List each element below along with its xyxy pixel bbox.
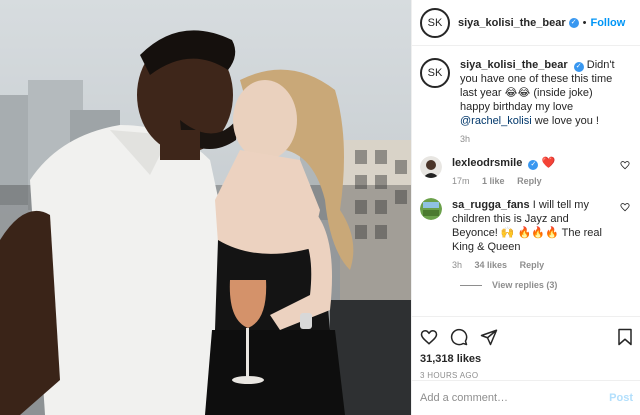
follow-button[interactable]: Follow <box>590 17 625 29</box>
author-avatar[interactable]: SK <box>420 7 450 38</box>
caption-body: siya_kolisi_the_bear ✓ Didn't you have o… <box>460 58 630 144</box>
commenter-avatar-image <box>420 198 442 220</box>
comment-item: lexleodrsmile ✓ ❤️ 17m 1 like Reply <box>420 156 630 186</box>
caption-avatar-monogram: SK <box>427 67 443 79</box>
comment-age[interactable]: 17m <box>452 176 470 186</box>
like-count[interactable]: 31,318 likes <box>420 353 633 365</box>
comment-username[interactable]: lexleodrsmile <box>452 157 522 169</box>
comment-content: ❤️ <box>541 157 556 169</box>
comment-icon[interactable] <box>450 328 468 346</box>
post-side-panel: SK siya_kolisi_the_bear ✓ • Follow SK si… <box>411 0 640 415</box>
action-icons-row <box>420 323 633 351</box>
caption-text-after: we love you ! <box>531 115 599 127</box>
comment-heart-icon[interactable] <box>620 160 630 170</box>
add-comment-bar: Post <box>412 380 640 415</box>
heart-icon[interactable] <box>420 328 438 346</box>
post-comment-button[interactable]: Post <box>609 392 633 404</box>
post-timestamp[interactable]: 3 HOURS AGO <box>420 371 633 380</box>
comment-body: sa_rugga_fans I will tell my children th… <box>452 198 630 270</box>
post-header: SK siya_kolisi_the_bear ✓ • Follow <box>412 0 640 46</box>
comment-age[interactable]: 3h <box>452 260 462 270</box>
caption-age[interactable]: 3h <box>460 134 470 144</box>
comment-input[interactable] <box>420 392 610 404</box>
couple-kissing-photo <box>0 0 411 415</box>
comment-like-count[interactable]: 34 likes <box>475 260 508 270</box>
post-photo[interactable] <box>0 0 411 415</box>
caption-text: siya_kolisi_the_bear ✓ Didn't you have o… <box>460 58 616 128</box>
commenter-avatar[interactable] <box>420 198 442 220</box>
comment-reply-button[interactable]: Reply <box>517 176 542 186</box>
post-caption: SK siya_kolisi_the_bear ✓ Didn't you hav… <box>420 58 630 144</box>
comment-text: sa_rugga_fans I will tell my children th… <box>452 198 616 254</box>
comment-reply-button[interactable]: Reply <box>520 260 545 270</box>
comment-body: lexleodrsmile ✓ ❤️ 17m 1 like Reply <box>452 156 630 186</box>
separator-dot: • <box>582 16 587 29</box>
verified-badge-icon: ✓ <box>568 17 579 28</box>
caption-mention-link[interactable]: @rachel_kolisi <box>460 115 532 127</box>
author-username[interactable]: siya_kolisi_the_bear <box>458 17 566 29</box>
comments-list[interactable]: SK siya_kolisi_the_bear ✓ Didn't you hav… <box>412 46 640 316</box>
commenter-avatar[interactable] <box>420 156 442 178</box>
comment-heart-icon[interactable] <box>620 202 630 212</box>
verified-badge-icon: ✓ <box>573 62 584 72</box>
bookmark-icon[interactable] <box>617 328 633 346</box>
comment-meta: 17m 1 like Reply <box>452 176 616 186</box>
view-replies-label: View replies (3) <box>492 280 558 290</box>
caption-username[interactable]: siya_kolisi_the_bear <box>460 59 568 71</box>
caption-meta: 3h <box>460 134 616 144</box>
view-replies-divider <box>460 284 482 286</box>
verified-badge-icon: ✓ <box>528 160 539 170</box>
view-replies-button[interactable]: View replies (3) <box>460 280 630 290</box>
author-monogram: SK <box>427 16 443 29</box>
commenter-avatar-image <box>420 156 442 178</box>
caption-avatar[interactable]: SK <box>420 58 450 88</box>
comment-text: lexleodrsmile ✓ ❤️ <box>452 156 616 170</box>
comment-meta: 3h 34 likes Reply <box>452 260 616 270</box>
instagram-post-modal: SK siya_kolisi_the_bear ✓ • Follow SK si… <box>0 0 640 415</box>
post-actions: 31,318 likes 3 HOURS AGO <box>412 316 640 380</box>
comment-like-count[interactable]: 1 like <box>482 176 505 186</box>
comment-username[interactable]: sa_rugga_fans <box>452 199 530 211</box>
comment-item: sa_rugga_fans I will tell my children th… <box>420 198 630 270</box>
share-icon[interactable] <box>480 328 498 346</box>
